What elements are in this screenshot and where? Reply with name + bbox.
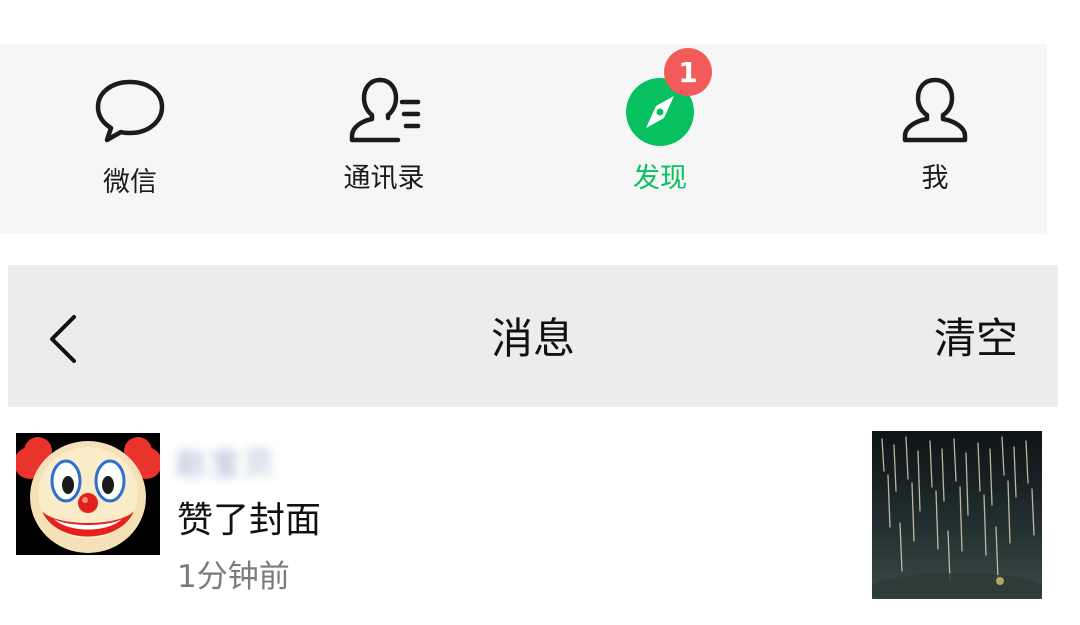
avatar[interactable] (16, 433, 160, 555)
fireworks-photo (872, 431, 1042, 599)
message-time: 1分钟前 (177, 559, 290, 595)
page-title: 消息 (490, 314, 575, 363)
chat-bubble-icon (92, 74, 168, 150)
contacts-icon (346, 74, 422, 150)
tab-wechat[interactable]: 微信 (50, 74, 210, 214)
nav-header: 消息 清空 (8, 265, 1058, 407)
tab-label: 发现 (633, 163, 687, 194)
tab-me[interactable]: 我 (855, 74, 1015, 214)
message-item[interactable]: 赵宝贝 赞了封面 1分钟前 (0, 407, 1080, 625)
compass-icon: 1 (622, 48, 712, 150)
username[interactable]: 赵宝贝 (176, 441, 294, 482)
tab-label: 微信 (103, 167, 157, 198)
tab-discover[interactable]: 1 发现 (580, 48, 740, 214)
message-text: 赞了封面 (177, 500, 322, 541)
tab-bar: 微信 通讯录 1 发现 我 (0, 44, 1047, 234)
tab-label: 通讯录 (343, 163, 425, 194)
clear-button[interactable]: 清空 (934, 315, 1018, 363)
clown-face-icon (16, 433, 160, 555)
notification-badge: 1 (664, 48, 712, 96)
person-icon (897, 74, 973, 150)
post-thumbnail[interactable] (872, 431, 1042, 599)
tab-label: 我 (921, 163, 949, 194)
tab-contacts[interactable]: 通讯录 (304, 74, 464, 214)
